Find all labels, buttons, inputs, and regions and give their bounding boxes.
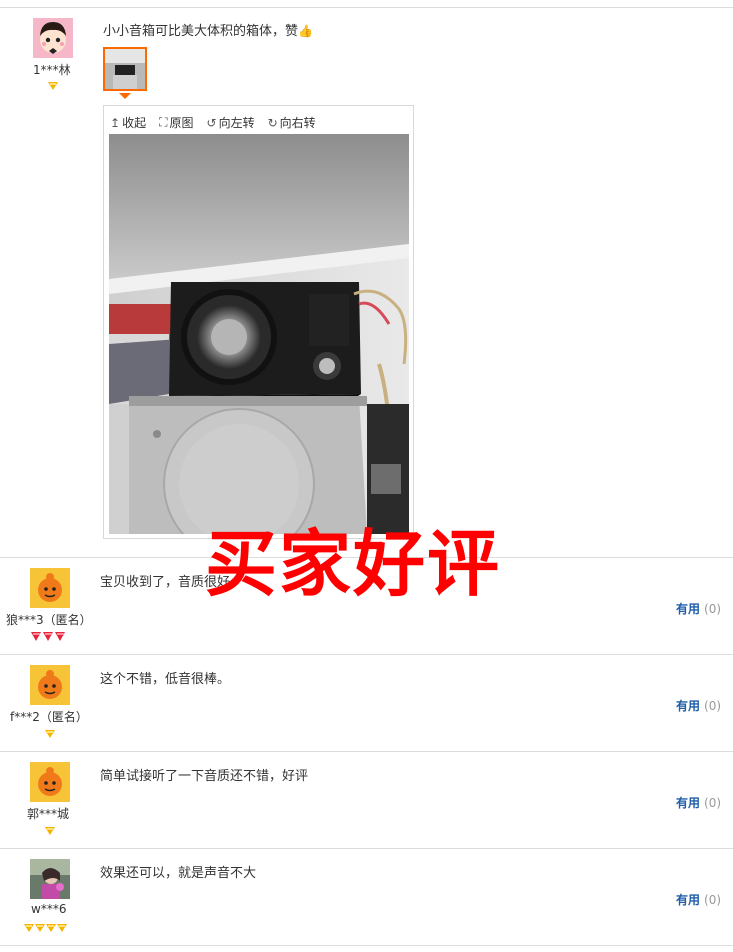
- arrow-up-icon: ↥: [110, 115, 121, 130]
- useful-vote: 有用 (0): [676, 600, 721, 617]
- photo-viewer: ↥ 收起 ⛶ 原图 ↺ 向左转 ↻ 向右转: [103, 105, 414, 539]
- useful-count: (0): [704, 602, 722, 616]
- collapse-button[interactable]: ↥ 收起: [110, 114, 146, 131]
- yellow-diamond-icon: [35, 924, 45, 932]
- useful-vote: 有用 (0): [676, 697, 721, 714]
- level-badge: [48, 82, 58, 90]
- level-badge: [31, 632, 66, 641]
- useful-button[interactable]: 有用: [676, 893, 700, 907]
- avatar[interactable]: [30, 762, 70, 802]
- yellow-diamond-icon: [46, 924, 56, 932]
- divider: [0, 654, 733, 655]
- useful-count: (0): [704, 699, 722, 713]
- useful-button[interactable]: 有用: [676, 699, 700, 713]
- thumbnail-pointer: [119, 93, 131, 99]
- rotate-left-label: 向左转: [218, 116, 255, 130]
- yellow-diamond-icon: [24, 924, 34, 932]
- photo-thumbnail[interactable]: [103, 47, 147, 91]
- watermark-text: 买家好评: [205, 521, 502, 606]
- divider: [0, 7, 733, 8]
- red-diamond-icon: [43, 632, 54, 641]
- useful-count: (0): [704, 796, 722, 810]
- rotate-right-button[interactable]: ↻ 向右转: [268, 114, 316, 131]
- level-badge: [24, 924, 67, 932]
- review-text-content: 小小音箱可比美大体积的箱体，赞: [103, 24, 299, 39]
- avatar[interactable]: [30, 665, 70, 705]
- useful-vote: 有用 (0): [676, 891, 721, 908]
- avatar[interactable]: [33, 18, 73, 58]
- divider: [0, 945, 733, 946]
- yellow-diamond-icon: [45, 827, 55, 835]
- original-image-button[interactable]: ⛶ 原图: [159, 114, 193, 131]
- level-badge: [45, 730, 55, 738]
- rotate-left-icon: ↺: [206, 115, 217, 130]
- red-diamond-icon: [55, 632, 66, 641]
- rotate-right-icon: ↻: [267, 115, 278, 130]
- collapse-label: 收起: [122, 116, 147, 130]
- review-text: 简单试接听了一下音质还不错，好评: [100, 769, 309, 784]
- yellow-diamond-icon: [48, 82, 58, 90]
- divider: [0, 848, 733, 849]
- divider: [0, 751, 733, 752]
- rotate-left-button[interactable]: ↺ 向左转: [207, 114, 255, 131]
- expand-icon: ⛶: [159, 115, 168, 129]
- level-badge: [45, 827, 55, 835]
- yellow-diamond-icon: [57, 924, 67, 932]
- username: 郭***城: [27, 807, 70, 821]
- review-text: 小小音箱可比美大体积的箱体，赞👍: [103, 20, 313, 39]
- useful-count: (0): [704, 893, 722, 907]
- avatar[interactable]: [30, 859, 70, 899]
- useful-button[interactable]: 有用: [676, 602, 700, 616]
- original-label: 原图: [169, 116, 194, 130]
- useful-button[interactable]: 有用: [676, 796, 700, 810]
- viewer-toolbar: ↥ 收起 ⛶ 原图 ↺ 向左转 ↻ 向右转: [110, 114, 316, 131]
- username: 狼***3（匿名）: [6, 613, 92, 627]
- rotate-right-label: 向右转: [279, 116, 316, 130]
- username: f***2（匿名）: [10, 710, 88, 724]
- review-text: 这个不错，低音很棒。: [100, 672, 231, 687]
- review-photo: [109, 134, 409, 534]
- thumbs-up-icon: 👍: [298, 24, 313, 38]
- avatar[interactable]: [30, 568, 70, 608]
- red-diamond-icon: [31, 632, 42, 641]
- useful-vote: 有用 (0): [676, 794, 721, 811]
- username: 1***林: [33, 63, 71, 77]
- review-text: 效果还可以，就是声音不大: [100, 866, 257, 881]
- yellow-diamond-icon: [45, 730, 55, 738]
- username: w***6: [31, 902, 67, 916]
